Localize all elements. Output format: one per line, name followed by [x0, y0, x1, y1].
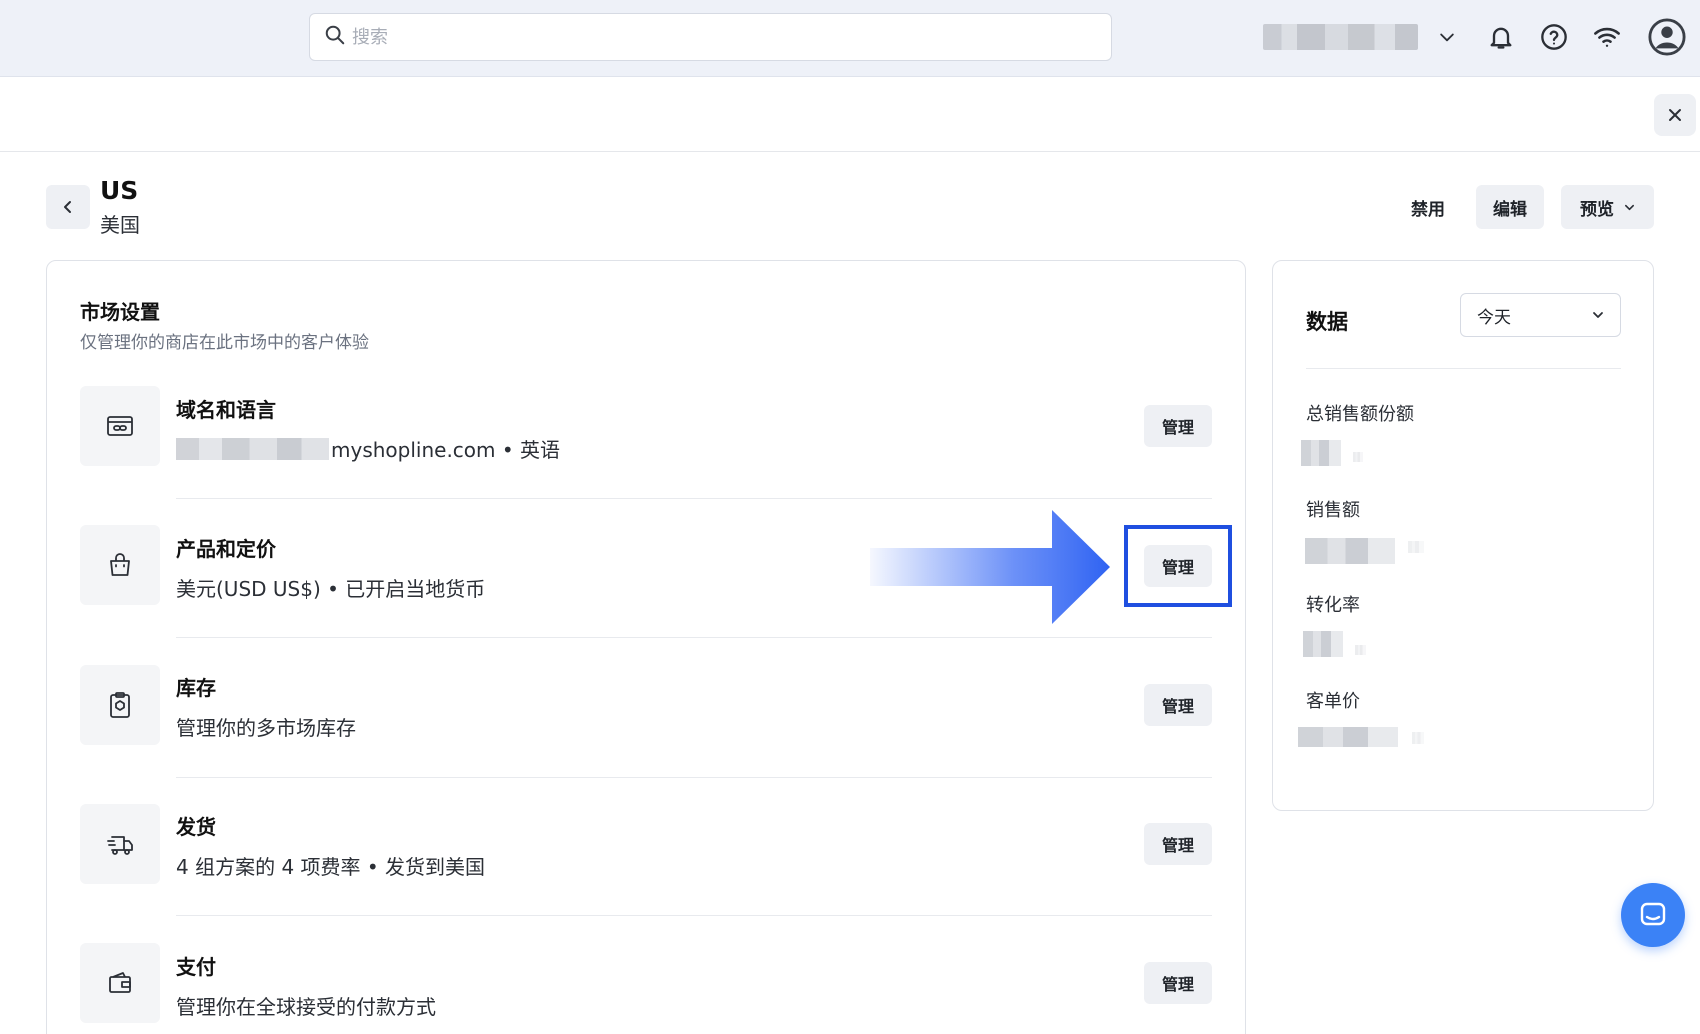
row-desc-payment: 管理你在全球接受的付款方式: [176, 995, 436, 1019]
highlight-box: [1124, 525, 1232, 607]
close-button[interactable]: [1654, 94, 1696, 136]
back-button[interactable]: [46, 185, 90, 229]
bell-icon[interactable]: [1484, 20, 1518, 54]
search-input[interactable]: [352, 26, 1052, 48]
shopping-bag-icon: [80, 525, 160, 605]
domain-link-icon: [80, 386, 160, 466]
top-bar: [0, 0, 1700, 77]
row-title-products: 产品和定价: [176, 537, 276, 561]
metric-value-blurred: [1305, 538, 1395, 564]
preview-label: 预览: [1580, 199, 1614, 220]
row-title-domain: 域名和语言: [176, 398, 276, 422]
row-title-inventory: 库存: [176, 676, 216, 700]
search-box[interactable]: [309, 13, 1112, 61]
row-desc-shipping: 4 组方案的 4 项费率 • 发货到美国: [176, 855, 486, 879]
metric-label-total-sales-share: 总销售额份额: [1306, 404, 1414, 425]
market-settings-card: [46, 260, 1246, 1034]
manage-payment-button[interactable]: 管理: [1144, 962, 1212, 1004]
row-title-payment: 支付: [176, 955, 216, 979]
chevron-down-icon: [1625, 204, 1634, 210]
row-desc-domain: myshopline.com • 英语: [176, 434, 560, 463]
metric-value-blurred: [1301, 440, 1341, 466]
section-title: 市场设置: [80, 300, 160, 324]
domain-suffix: myshopline.com • 英语: [331, 438, 561, 462]
data-divider: [1306, 368, 1621, 369]
metric-value-blurred: [1408, 541, 1424, 553]
chevron-down-icon[interactable]: [1430, 20, 1464, 54]
manage-shipping-button[interactable]: 管理: [1144, 823, 1212, 865]
data-title: 数据: [1306, 310, 1348, 334]
preview-dropdown[interactable]: 预览: [1561, 185, 1654, 229]
page-subtitle: 美国: [100, 213, 140, 237]
metric-value-blurred: [1353, 452, 1363, 462]
row-divider: [176, 915, 1212, 916]
row-title-shipping: 发货: [176, 815, 216, 839]
period-value: 今天: [1477, 307, 1511, 328]
delivery-truck-icon: [80, 804, 160, 884]
row-desc-products: 美元(USD US$) • 已开启当地货币: [176, 577, 486, 601]
header-divider: [0, 151, 1700, 152]
row-desc-inventory: 管理你的多市场库存: [176, 716, 356, 740]
chat-support-button[interactable]: [1621, 883, 1685, 947]
chevron-left-icon: [64, 201, 71, 213]
row-divider: [176, 637, 1212, 638]
user-avatar-icon[interactable]: [1647, 17, 1687, 57]
metric-label-sales: 销售额: [1306, 500, 1360, 521]
annotation-arrow-icon: [870, 510, 1110, 624]
help-icon[interactable]: [1537, 20, 1571, 54]
page-title: US: [100, 176, 139, 205]
chat-icon: [1640, 902, 1666, 926]
account-name-blurred[interactable]: [1263, 24, 1418, 50]
disable-button[interactable]: 禁用: [1396, 185, 1460, 229]
manage-inventory-button[interactable]: 管理: [1144, 684, 1212, 726]
search-icon: [324, 24, 346, 50]
metric-label-conversion: 转化率: [1306, 595, 1360, 616]
inventory-clipboard-icon: [80, 665, 160, 745]
period-select[interactable]: 今天: [1460, 293, 1621, 337]
metric-value-blurred: [1355, 645, 1366, 655]
manage-domain-button[interactable]: 管理: [1144, 405, 1212, 447]
wifi-icon[interactable]: [1590, 20, 1624, 54]
metric-value-blurred: [1303, 631, 1343, 657]
row-divider: [176, 498, 1212, 499]
row-divider: [176, 777, 1212, 778]
chevron-down-icon: [1593, 312, 1603, 318]
domain-prefix-blurred: [176, 438, 329, 460]
metric-value-blurred: [1298, 727, 1398, 747]
close-icon: [1669, 109, 1681, 121]
wallet-icon: [80, 943, 160, 1023]
section-description: 仅管理你的商店在此市场中的客户体验: [80, 333, 369, 353]
metric-label-avg-order: 客单价: [1306, 691, 1360, 712]
edit-button[interactable]: 编辑: [1476, 185, 1544, 229]
metric-value-blurred: [1412, 732, 1424, 744]
